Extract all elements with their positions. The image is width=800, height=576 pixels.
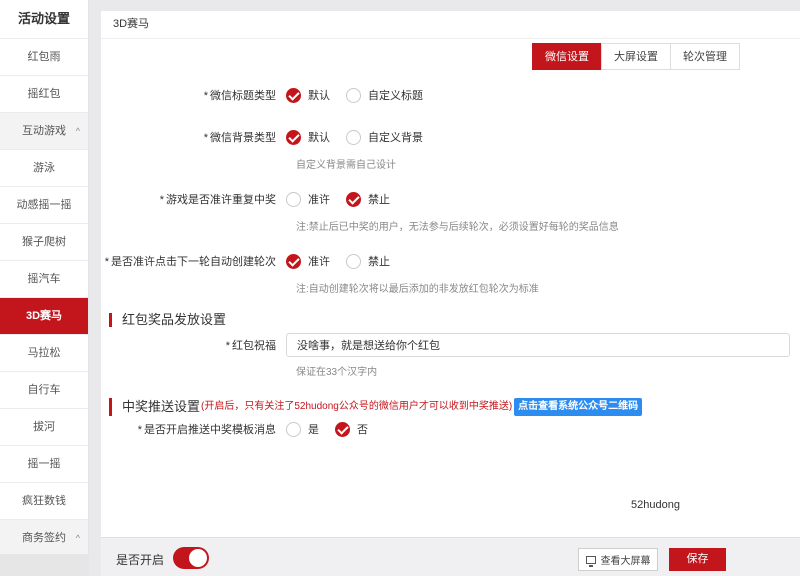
radio-push-yes[interactable]: 是 (286, 421, 319, 437)
chevron-up-icon: ^ (75, 533, 80, 543)
blessing-row: * 红包祝福 (101, 333, 790, 357)
radio-push-no[interactable]: 否 (335, 421, 368, 437)
required-mark: * (225, 340, 230, 352)
sidebar-item[interactable]: 摇红包 (0, 75, 88, 112)
sidebar-item[interactable]: 马拉松 (0, 334, 88, 371)
auto-round-row: * 是否准许点击下一轮自动创建轮次 准许 禁止 (101, 253, 406, 269)
wechat-bg-type-row: * 微信背景类型 默认 自定义背景 (101, 129, 439, 145)
redpacket-section-title: 红包奖品发放设置 (109, 313, 226, 327)
radio-checked-icon (286, 87, 301, 103)
sidebar-title: 活动设置 (17, 11, 70, 26)
push-template-label: 是否开启推送中奖模板消息 (144, 424, 276, 436)
push-template-row: * 是否开启推送中奖模板消息 是 否 (101, 421, 384, 437)
tab-wechat-settings[interactable]: 微信设置 (532, 43, 602, 70)
radio-checked-icon (335, 421, 350, 437)
save-button[interactable]: 保存 (669, 548, 726, 571)
toggle-knob (189, 549, 207, 567)
radio-bg-default[interactable]: 默认 (286, 129, 330, 145)
enable-label: 是否开启 (116, 553, 165, 567)
radio-title-default[interactable]: 默认 (286, 87, 330, 103)
sidebar-item[interactable]: 摇一摇 (0, 445, 88, 482)
radio-unchecked-icon (346, 87, 361, 103)
sidebar-item[interactable]: 自行车 (0, 371, 88, 408)
view-qrcode-button[interactable]: 点击查看系统公众号二维码 (514, 398, 643, 416)
sidebar-item[interactable]: 疯狂数钱 (0, 482, 88, 519)
radio-auto-forbid[interactable]: 禁止 (346, 253, 390, 269)
radio-checked-icon (286, 253, 301, 269)
sidebar: 活动设置 红包雨 摇红包 互动游戏 ^ 游泳 动感摇一摇 猴子爬树 摇汽车 3D赛马 马拉松 自行车… (0, 0, 89, 576)
wechat-bg-hint: 自定义背景需自己设计 (296, 160, 396, 171)
view-big-screen-button[interactable]: 查看大屏幕 (578, 548, 658, 571)
sidebar-item[interactable]: 猴子爬树 (0, 223, 88, 260)
sidebar-item[interactable]: 拔河 (0, 408, 88, 445)
auto-round-label: 是否准许点击下一轮自动创建轮次 (111, 256, 276, 268)
tab-round-management[interactable]: 轮次管理 (670, 43, 740, 70)
blessing-label: 红包祝福 (232, 340, 276, 352)
wechat-bg-type-label: 微信背景类型 (210, 132, 276, 144)
sidebar-menu: 红包雨 摇红包 互动游戏 ^ 游泳 动感摇一摇 猴子爬树 摇汽车 3D赛马 马拉松 自行车 拔河 摇一摇… (0, 38, 88, 576)
brand-text: 52hudong (631, 499, 680, 511)
settings-tabs: 微信设置 大屏设置 轮次管理 (532, 43, 740, 70)
sidebar-group[interactable]: 互动游戏 ^ (0, 112, 88, 149)
radio-checked-icon (346, 191, 361, 207)
wechat-title-type-row: * 微信标题类型 默认 自定义标题 (101, 87, 439, 103)
radio-unchecked-icon (346, 253, 361, 269)
radio-unchecked-icon (286, 191, 301, 207)
radio-unchecked-icon (346, 129, 361, 145)
bottom-action-bar: 是否开启 查看大屏幕 保存 (101, 537, 800, 576)
sidebar-footer-strip (0, 554, 89, 576)
monitor-icon (585, 555, 596, 567)
push-section-title: 中奖推送设置 (开启后，只有关注了52hudong公众号的微信用户才可以收到中奖… (109, 398, 643, 416)
enable-toggle[interactable] (173, 547, 209, 569)
repeat-win-hint: 注:禁止后已中奖的用户，无法参与后续轮次，必须设置好每轮的奖品信息 (296, 222, 619, 233)
radio-auto-allow[interactable]: 准许 (286, 253, 330, 269)
sidebar-item[interactable]: 红包雨 (0, 38, 88, 75)
radio-repeat-forbid[interactable]: 禁止 (346, 191, 390, 207)
main-panel: 3D赛马 微信设置 大屏设置 轮次管理 * 微信标题类型 默认 自定义标题 * 微信… (101, 11, 800, 537)
radio-bg-custom[interactable]: 自定义背景 (346, 129, 423, 145)
required-mark: * (159, 194, 164, 206)
repeat-win-label: 游戏是否准许重复中奖 (166, 194, 276, 206)
panel-title: 3D赛马 (101, 11, 800, 39)
radio-checked-icon (286, 129, 301, 145)
required-mark: * (104, 256, 109, 268)
sidebar-group[interactable]: 商务签约 ^ (0, 519, 88, 556)
sidebar-item[interactable]: 摇汽车 (0, 260, 88, 297)
repeat-win-row: * 游戏是否准许重复中奖 准许 禁止 (101, 191, 406, 207)
required-mark: * (137, 424, 142, 436)
required-mark: * (203, 90, 208, 102)
chevron-up-icon: ^ (75, 126, 80, 136)
sidebar-item[interactable]: 3D赛马 (0, 297, 88, 334)
push-section-subtitle: (开启后，只有关注了52hudong公众号的微信用户才可以收到中奖推送) (201, 401, 513, 412)
blessing-hint: 保证在33个汉字内 (296, 367, 378, 378)
auto-round-hint: 注:自动创建轮次将以最后添加的非发放红包轮次为标准 (296, 284, 539, 295)
required-mark: * (203, 132, 208, 144)
radio-unchecked-icon (286, 421, 301, 437)
sidebar-item[interactable]: 动感摇一摇 (0, 186, 88, 223)
blessing-input[interactable] (286, 333, 790, 357)
radio-repeat-allow[interactable]: 准许 (286, 191, 330, 207)
radio-title-custom[interactable]: 自定义标题 (346, 87, 423, 103)
wechat-title-type-label: 微信标题类型 (210, 90, 276, 102)
tab-screen-settings[interactable]: 大屏设置 (601, 43, 671, 70)
sidebar-item[interactable]: 游泳 (0, 149, 88, 186)
